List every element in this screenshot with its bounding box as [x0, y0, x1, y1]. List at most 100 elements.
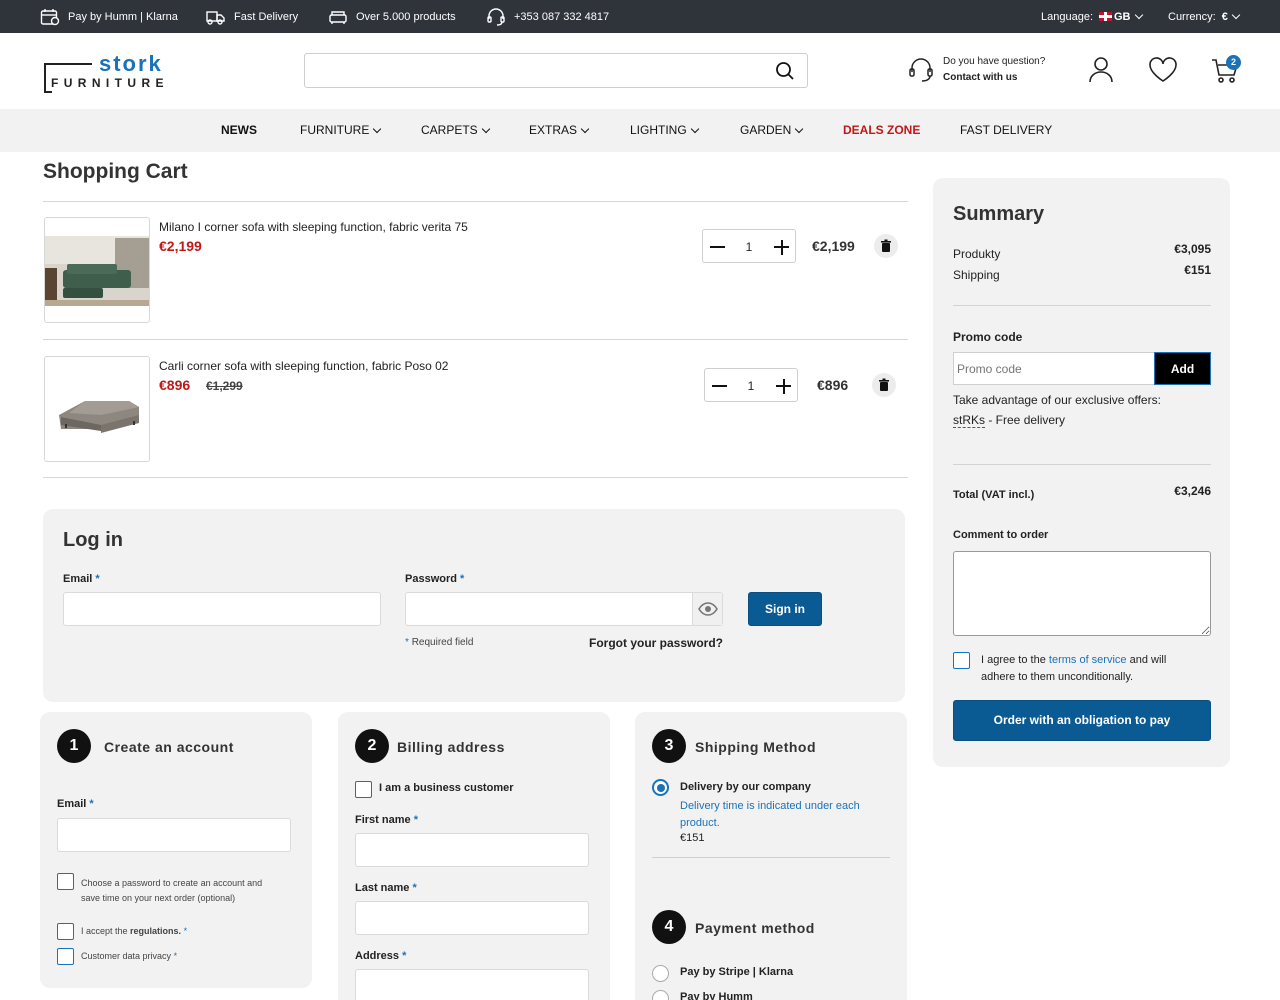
language-value: GB: [1114, 10, 1131, 23]
topbar-products: Over 5.000 products: [328, 0, 456, 33]
nav-lighting[interactable]: LIGHTING: [630, 109, 699, 152]
promo-label: Promo code: [953, 330, 1023, 344]
order-button[interactable]: Order with an obligation to pay: [953, 700, 1211, 741]
account-email-field[interactable]: [57, 818, 291, 852]
regulations-link[interactable]: regulations.: [130, 926, 181, 936]
delivery-option-label: Delivery by our company: [680, 781, 811, 793]
delete-button[interactable]: [872, 373, 896, 397]
total-value: €3,246: [1174, 484, 1211, 498]
accept-regulations-checkbox[interactable]: [57, 923, 74, 940]
nav-carpets-label: CARPETS: [421, 123, 478, 137]
offer-code[interactable]: stRKs: [953, 413, 986, 428]
divider: [43, 477, 908, 478]
divider: [953, 305, 1211, 306]
help-contact[interactable]: Do you have question? Contact with us: [907, 54, 1045, 86]
cart-item: Carli corner sofa with sleeping function…: [43, 356, 908, 463]
chevron-down-icon: [481, 124, 490, 134]
heart-icon[interactable]: [1148, 57, 1178, 83]
terms-checkbox[interactable]: [953, 652, 970, 669]
product-name[interactable]: Carli corner sofa with sleeping function…: [159, 359, 448, 373]
topbar-products-label: Over 5.000 products: [356, 10, 456, 23]
choose-password-checkbox[interactable]: [57, 873, 74, 890]
shipping-label: Shipping: [953, 268, 1000, 282]
logo[interactable]: stork FURNITURE: [44, 51, 180, 95]
delivery-company-radio[interactable]: [652, 779, 669, 796]
plus-icon-stem[interactable]: [781, 240, 783, 255]
nav-fast-delivery[interactable]: FAST DELIVERY: [960, 109, 1052, 152]
terms-of-service-link[interactable]: terms of service: [1049, 654, 1127, 666]
user-icon[interactable]: [1087, 55, 1115, 83]
top-bar: Pay by Humm | Klarna Fast Delivery Over …: [0, 0, 1280, 33]
shipping-payment-panel: 3 Shipping Method Delivery by our compan…: [635, 712, 907, 1000]
line-total: €2,199: [812, 238, 855, 254]
sofa-photo: [45, 236, 149, 306]
search-input[interactable]: [305, 54, 765, 87]
address-field[interactable]: [355, 969, 589, 1000]
nav-furniture[interactable]: FURNITURE: [300, 109, 382, 152]
required-asterisk: *: [89, 798, 94, 810]
data-privacy-checkbox[interactable]: [57, 948, 74, 965]
product-image[interactable]: [44, 217, 150, 323]
address-label: Address *: [355, 950, 406, 962]
first-name-label-text: First name: [355, 814, 411, 826]
search-icon[interactable]: [775, 61, 795, 81]
login-email-field[interactable]: [63, 592, 381, 626]
nav-garden[interactable]: GARDEN: [740, 109, 804, 152]
trash-icon: [881, 239, 891, 252]
choose-password-line1: Choose a password to create an account a…: [81, 878, 263, 888]
summary-title: Summary: [953, 203, 1045, 225]
login-title: Log in: [63, 529, 123, 551]
help-contact-link[interactable]: Contact with us: [943, 72, 1017, 83]
products-label: Produkty: [953, 247, 1001, 261]
nav-deals-zone[interactable]: DEALS ZONE: [843, 109, 920, 152]
quantity-stepper: 1: [704, 368, 798, 402]
nav-news[interactable]: NEWS: [221, 109, 257, 152]
topbar-delivery: Fast Delivery: [204, 0, 298, 33]
promo-add-button[interactable]: Add: [1154, 352, 1211, 385]
chevron-down-icon: [795, 124, 804, 134]
required-asterisk: *: [412, 882, 417, 894]
terms-prefix: I agree to the: [981, 654, 1049, 666]
promo-input[interactable]: [953, 352, 1155, 385]
billing-address-panel: 2 Billing address I am a business custom…: [338, 712, 610, 1000]
step-number: 1: [57, 729, 91, 763]
pay-humm-label: Pay by Humm: [680, 991, 753, 1000]
headset-icon: [487, 7, 505, 26]
search-bar: [304, 53, 808, 88]
plus-icon-stem[interactable]: [783, 379, 785, 394]
step-number: 3: [652, 729, 686, 763]
last-name-field[interactable]: [355, 901, 589, 935]
main-nav: NEWS FURNITURE CARPETS EXTRAS LIGHTING G…: [0, 109, 1280, 152]
currency-selector[interactable]: Currency: €: [1168, 0, 1241, 33]
sign-in-button[interactable]: Sign in: [748, 592, 822, 626]
create-account-panel: 1 Create an account Email * Choose a pas…: [40, 712, 312, 988]
comment-textarea[interactable]: [953, 551, 1211, 636]
nav-extras[interactable]: EXTRAS: [529, 109, 590, 152]
topbar-phone[interactable]: +353 087 332 4817: [486, 0, 609, 33]
delete-button[interactable]: [874, 234, 898, 258]
pay-humm-radio[interactable]: [652, 990, 669, 1000]
data-privacy-label: Customer data privacy: [81, 951, 172, 961]
truck-icon: [206, 10, 225, 25]
product-image[interactable]: [44, 356, 150, 462]
pay-stripe-label: Pay by Stripe | Klarna: [680, 966, 794, 978]
accept-regulations-text: I accept the regulations. *: [81, 926, 187, 936]
step-title: Shipping Method: [695, 739, 817, 755]
topbar-phone-label: +353 087 332 4817: [514, 10, 610, 23]
nav-carpets[interactable]: CARPETS: [421, 109, 490, 152]
calendar-card-icon: [40, 8, 60, 25]
login-password-field[interactable]: [405, 592, 723, 626]
forgot-password-link[interactable]: Forgot your password?: [589, 636, 723, 650]
business-customer-checkbox[interactable]: [355, 781, 372, 798]
first-name-field[interactable]: [355, 833, 589, 867]
language-selector[interactable]: Language: GB: [1041, 0, 1143, 33]
sofa-icon: [329, 10, 347, 24]
pay-stripe-radio[interactable]: [652, 965, 669, 982]
comment-label: Comment to order: [953, 529, 1049, 541]
offer-desc: - Free delivery: [985, 413, 1066, 427]
product-name[interactable]: Milano I corner sofa with sleeping funct…: [159, 220, 468, 234]
language-label: Language:: [1041, 10, 1093, 23]
last-name-label-text: Last name: [355, 882, 410, 894]
required-note: * Required field: [405, 637, 473, 648]
eye-toggle[interactable]: [692, 593, 722, 625]
